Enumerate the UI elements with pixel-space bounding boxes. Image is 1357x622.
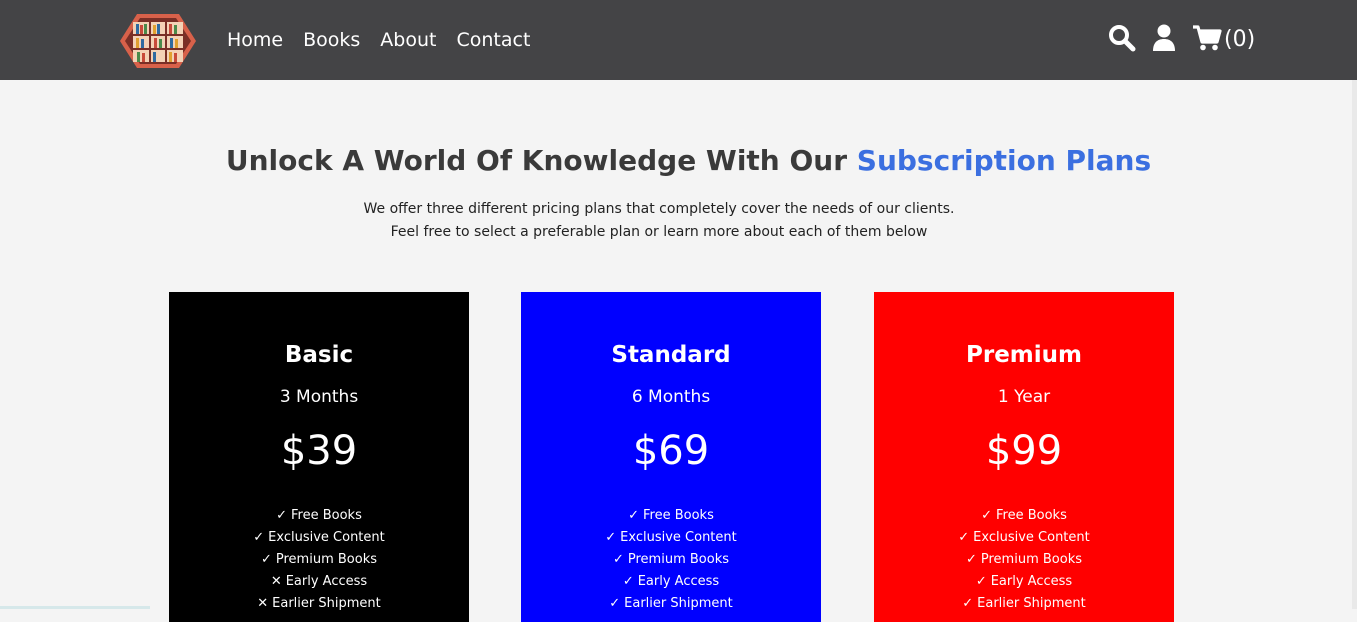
feature-item: ✓ Free Books [874,505,1174,527]
plan-features: ✓ Free Books ✓ Exclusive Content ✓ Premium … [874,505,1174,615]
feature-item: ✓ Premium Books [521,549,821,571]
feature-label: Early Access [285,574,368,589]
check-icon: ✓ [965,552,977,567]
feature-label: Premium Books [275,552,377,567]
feature-item: ✓ Exclusive Content [874,527,1174,549]
feature-item: ✓ Early Access [874,571,1174,593]
plan-card-basic[interactable]: Basic 3 Months $39 ✓ Free Books ✓ Exclusiv… [169,292,469,622]
plan-name: Standard [611,342,731,368]
nav-link-home[interactable]: Home [227,27,283,53]
main-nav: Home Books About Contact [227,27,550,53]
feature-item: ✓ Premium Books [169,549,469,571]
check-icon: ✓ [628,508,640,523]
feature-item: ✓ Free Books [521,505,821,527]
page-subtitle-line2: Feel free to select a preferable plan or… [390,224,928,240]
feature-label: Exclusive Content [620,530,737,545]
plan-duration: 6 Months [631,387,711,407]
plan-card-premium[interactable]: Premium 1 Year $99 ✓ Free Books ✓ Exclusiv… [874,292,1174,622]
user-icon[interactable] [1152,24,1176,56]
nav-link-about[interactable]: About [380,27,436,53]
check-icon: ✓ [981,508,993,523]
plan-features: ✓ Free Books ✓ Exclusive Content ✓ Premium … [169,505,469,615]
feature-item: ✓ Free Books [169,505,469,527]
nav-link-books[interactable]: Books [303,27,360,53]
feature-label: Early Access [637,574,720,589]
feature-item: ✓ Exclusive Content [169,527,469,549]
plan-price: $39 [280,428,358,474]
page-title: Unlock A World Of Knowledge With Our Sub… [0,144,1357,177]
navbar: Home Books About Contact (0) [0,0,1357,80]
check-icon: ✓ [958,530,970,545]
feature-item: ✓ Early Access [521,571,821,593]
feature-item: ✓ Exclusive Content [521,527,821,549]
feature-label: Free Books [643,508,714,523]
feature-label: Premium Books [627,552,729,567]
feature-label: Premium Books [980,552,1082,567]
check-icon: ✓ [253,530,265,545]
plan-name: Basic [284,342,354,368]
check-icon: ✓ [622,574,634,589]
nav-actions: (0) [1108,24,1255,56]
feature-item: ✓ Earlier Shipment [521,593,821,615]
plan-features: ✓ Free Books ✓ Exclusive Content ✓ Premium … [521,505,821,615]
check-icon: ✓ [276,508,288,523]
feature-item: ✓ Premium Books [874,549,1174,571]
cart-icon[interactable] [1192,24,1222,56]
plan-price: $99 [985,428,1063,474]
cart-count[interactable]: (0) [1224,25,1255,55]
plan-card-standard[interactable]: Standard 6 Months $69 ✓ Free Books ✓ Exclu… [521,292,821,622]
check-icon: ✓ [975,574,987,589]
feature-item: ✕ Early Access [169,571,469,593]
check-icon: ✓ [260,552,272,567]
check-icon: ✓ [605,530,617,545]
feature-label: Free Books [996,508,1067,523]
search-icon[interactable] [1108,24,1136,56]
page-subtitle-line1: We offer three different pricing plans t… [363,201,955,217]
feature-label: Early Access [990,574,1073,589]
feature-label: Free Books [291,508,362,523]
plan-name: Premium [966,342,1082,368]
plan-duration: 3 Months [279,387,359,407]
plan-duration: 1 Year [997,387,1051,407]
bookshelf-logo-icon[interactable] [119,12,197,70]
nav-link-contact[interactable]: Contact [456,27,530,53]
feature-label: Exclusive Content [268,530,385,545]
page-title-accent: Subscription Plans [856,144,1152,177]
feature-label: Exclusive Content [973,530,1090,545]
check-icon: ✓ [612,552,624,567]
feature-item: ✓ Earlier Shipment [874,593,1174,615]
plan-price: $69 [632,428,710,474]
cross-icon: ✕ [270,574,282,589]
page-title-main: Unlock A World Of Knowledge With Our [225,144,857,177]
feature-item: ✕ Earlier Shipment [169,593,469,615]
